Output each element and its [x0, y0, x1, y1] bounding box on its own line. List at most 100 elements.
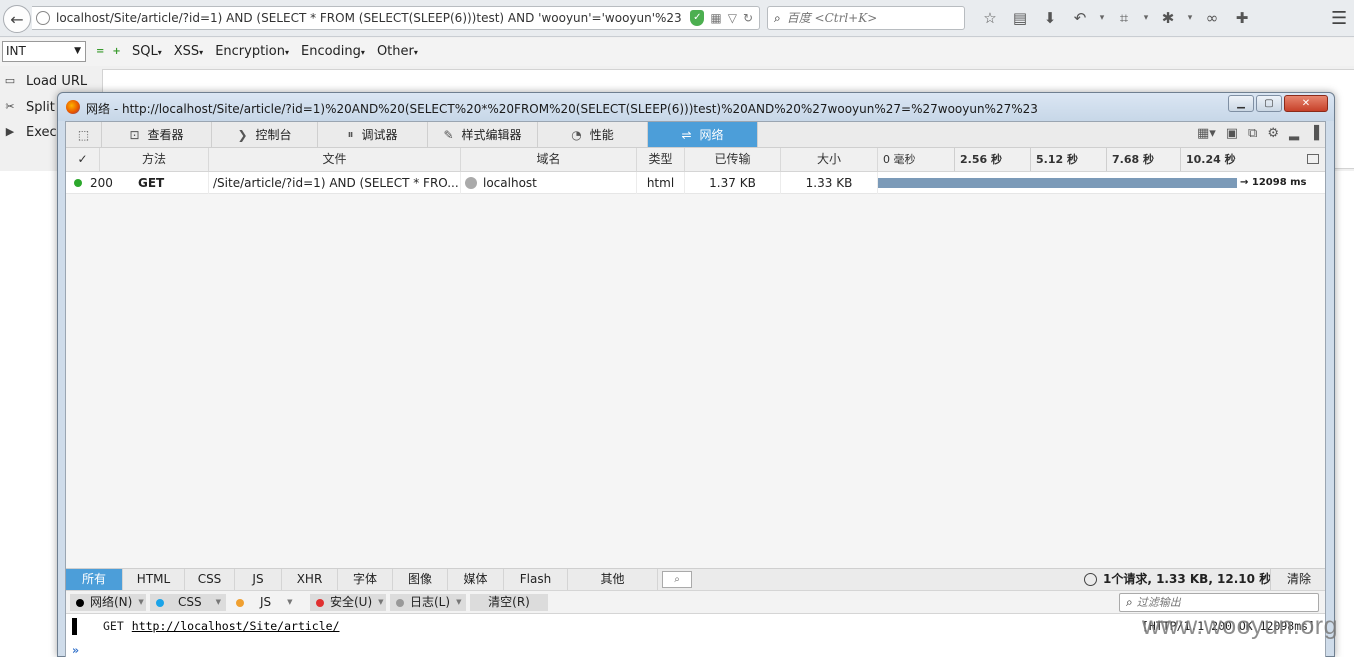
column-type[interactable]: 类型 — [637, 148, 685, 171]
filter-xhr[interactable]: XHR — [282, 569, 338, 590]
chevron-down-icon: ▼ — [378, 598, 384, 606]
tab-inspector[interactable]: ⊡ 查看器 — [102, 122, 212, 147]
console-filter-label: 网络(N) — [90, 595, 133, 609]
chevron-down-icon: ▼ — [138, 598, 144, 606]
console-filter-logging[interactable]: 日志(L) ▼ — [390, 594, 466, 611]
console-clear-button[interactable]: 清空(R) — [470, 594, 548, 611]
console-filter-label: JS — [260, 595, 272, 609]
chevron-down-icon[interactable]: ▾ — [1183, 13, 1197, 23]
log-url-link[interactable]: http://localhost/Site/article/ — [132, 619, 340, 633]
shield-icon[interactable]: ✓ — [690, 10, 705, 26]
maximize-button[interactable]: ▢ — [1256, 95, 1282, 112]
pause-icon: ⏸ — [347, 127, 354, 141]
dock-bottom-icon[interactable]: ▂ — [1289, 126, 1299, 141]
url-bar[interactable]: o localhost/Site/article/?id=1) AND (SEL… — [32, 6, 760, 30]
search-icon[interactable]: ⌕ — [662, 571, 692, 588]
globe-icon — [465, 177, 477, 189]
hackbar-menu-encryption[interactable]: Encryption▾ — [215, 44, 289, 59]
dock-side-icon[interactable]: ▐ — [1309, 126, 1319, 141]
filter-all[interactable]: 所有 — [66, 569, 123, 590]
column-transferred[interactable]: 已传输 — [685, 148, 781, 171]
filter-media[interactable]: 媒体 — [448, 569, 504, 590]
layout-dropdown-icon[interactable]: ▦▾ — [1197, 126, 1216, 141]
mask-icon[interactable]: ∞ — [1197, 7, 1227, 29]
chevron-down-icon: ▼ — [287, 598, 293, 606]
split-url-label: Split — [26, 99, 55, 115]
url-text[interactable]: localhost/Site/article/?id=1) AND (SELEC… — [56, 11, 690, 25]
gear-icon[interactable]: ⚙ — [1267, 126, 1279, 141]
globe-icon: o — [36, 11, 50, 25]
reading-list-icon[interactable]: ▤ — [1005, 7, 1035, 29]
split-url-button[interactable]: ✂ Split — [2, 97, 55, 117]
chevron-down-icon: ▾ — [284, 48, 289, 57]
execute-button[interactable]: ▶ Exec — [2, 122, 57, 142]
hackbar-menu-other[interactable]: Other▾ — [377, 44, 418, 59]
console-filter-network[interactable]: 网络(N) ▼ — [70, 594, 146, 611]
console-filter-security[interactable]: 安全(U) ▼ — [310, 594, 386, 611]
column-status[interactable]: ✓ — [66, 148, 100, 171]
undo-icon[interactable]: ↶ — [1065, 7, 1095, 29]
window-titlebar[interactable]: 网络 - http://localhost/Site/article/?id=1… — [58, 93, 1334, 121]
column-file[interactable]: 文件 — [209, 148, 461, 171]
devtools-toolbar-icons: ▦▾ ▣ ⧉ ⚙ ▂ ▐ — [1197, 126, 1319, 141]
hackbar-menu-encoding[interactable]: Encoding▾ — [301, 44, 365, 59]
timeline-tick: 10.24 秒 — [1180, 148, 1236, 171]
load-url-button[interactable]: ▭ Load URL — [2, 71, 87, 91]
toggle-sidebar-icon[interactable]: x — [1307, 154, 1319, 164]
filter-other[interactable]: 其他 — [568, 569, 658, 590]
filter-flash[interactable]: Flash — [504, 569, 568, 590]
scratchpad-icon[interactable]: ⧉ — [1248, 126, 1257, 141]
filter-css[interactable]: CSS — [185, 569, 235, 590]
column-domain[interactable]: 域名 — [461, 148, 637, 171]
console-filter-input[interactable] — [1136, 596, 1307, 609]
tab-network[interactable]: ⇌ 网络 — [648, 122, 758, 147]
crop-icon[interactable]: ⌗ — [1109, 7, 1139, 29]
firebug-icon[interactable]: ✱ — [1153, 7, 1183, 29]
column-size[interactable]: 大小 — [781, 148, 878, 171]
tab-console[interactable]: ❯ 控制台 — [212, 122, 318, 147]
hackbar-menus: SQL▾ XSS▾ Encryption▾ Encoding▾ Other▾ — [132, 44, 418, 59]
chevron-down-icon[interactable]: ▾ — [1139, 13, 1153, 23]
url-bar-icons: ✓ ▦ ▽ ↻ — [690, 10, 759, 26]
chevron-down-icon[interactable]: ▾ — [1095, 13, 1109, 23]
filter-fonts[interactable]: 字体 — [338, 569, 393, 590]
search-bar[interactable]: ⌕ — [767, 6, 965, 30]
console-prompt[interactable]: » — [72, 642, 79, 657]
qr-code-icon[interactable]: ▦ — [710, 11, 721, 25]
tab-debugger[interactable]: ⏸ 调试器 — [318, 122, 428, 147]
search-input[interactable] — [786, 11, 947, 25]
row-method: GET — [138, 172, 209, 194]
js-dot-icon — [236, 598, 244, 607]
dropdown-arrow-icon[interactable]: ▽ — [728, 11, 737, 25]
back-button[interactable]: ← — [3, 5, 31, 33]
close-button[interactable]: ✕ — [1284, 95, 1328, 112]
tab-style-editor[interactable]: ✎ 样式编辑器 — [428, 122, 538, 147]
filter-images[interactable]: 图像 — [393, 569, 448, 590]
toolbar-icons: ☆ ▤ ⬇ ↶ ▾ ⌗ ▾ ✱ ▾ ∞ ✚ — [975, 7, 1257, 29]
menu-icon[interactable]: ☰ — [1331, 8, 1347, 29]
console-filter-js[interactable]: JS ▼ — [230, 594, 306, 611]
tab-performance[interactable]: ◔ 性能 — [538, 122, 648, 147]
element-picker-button[interactable]: ⬚ — [66, 122, 102, 147]
table-row[interactable]: 200 GET /Site/article/?id=1) AND (SELECT… — [66, 172, 1325, 194]
hackbar-menu-sql[interactable]: SQL▾ — [132, 44, 162, 59]
filter-js[interactable]: JS — [235, 569, 282, 590]
minimize-button[interactable]: ▁ — [1228, 95, 1254, 112]
puzzle-icon[interactable]: ✚ — [1227, 7, 1257, 29]
filter-html[interactable]: HTML — [123, 569, 185, 590]
timeline-tick: 5.12 秒 — [1030, 148, 1078, 171]
timeline-header[interactable]: 0 毫秒 2.56 秒 5.12 秒 7.68 秒 10.24 秒 x — [878, 148, 1327, 171]
log-method: GET — [103, 619, 124, 633]
bookmark-star-icon[interactable]: ☆ — [975, 7, 1005, 29]
clear-button[interactable]: 清除 — [1270, 569, 1327, 590]
column-method[interactable]: 方法 — [100, 148, 209, 171]
plus-minus-icon[interactable]: =+ — [96, 46, 129, 57]
responsive-icon[interactable]: ▣ — [1226, 126, 1238, 141]
console-filter-label: 安全(U) — [330, 595, 373, 609]
hackbar-select[interactable]: INT ▼ — [2, 41, 86, 62]
download-icon[interactable]: ⬇ — [1035, 7, 1065, 29]
console-filter-css[interactable]: CSS ▼ — [150, 594, 226, 611]
reload-icon[interactable]: ↻ — [743, 11, 753, 25]
hackbar-menu-xss[interactable]: XSS▾ — [174, 44, 203, 59]
console-filter-field[interactable]: ⌕ — [1119, 593, 1319, 612]
